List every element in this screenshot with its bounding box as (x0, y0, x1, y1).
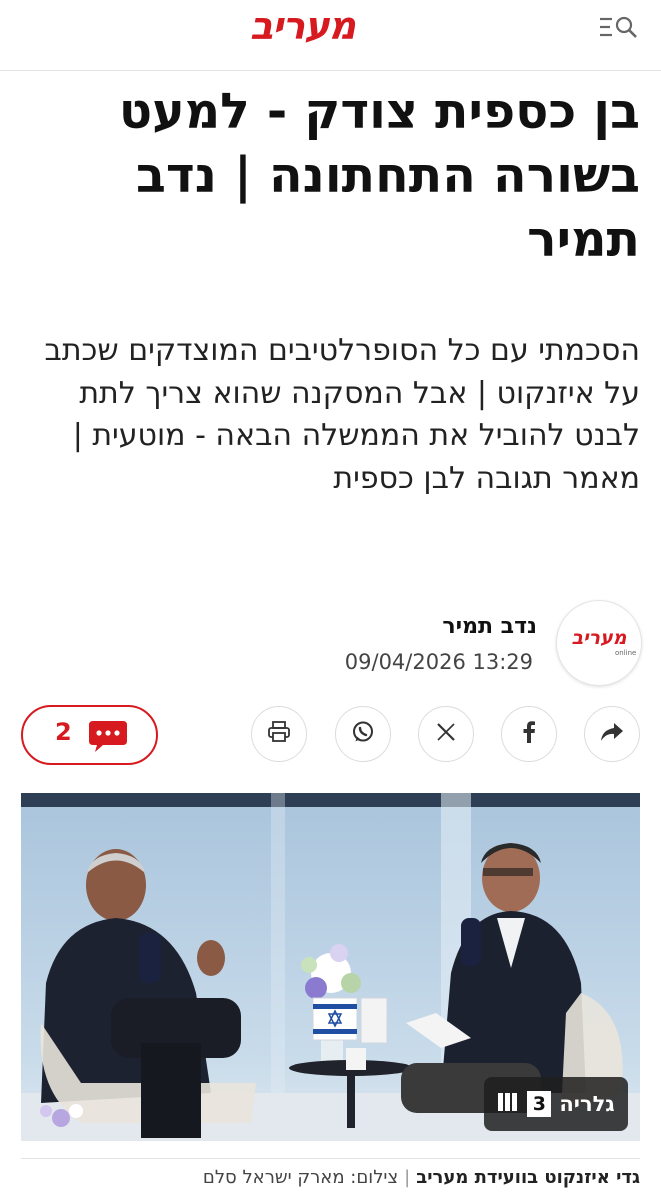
facebook-button[interactable] (501, 706, 557, 762)
share-arrow-icon (600, 722, 624, 746)
site-header: מעריב (0, 0, 661, 71)
print-icon (267, 721, 291, 747)
article-subtitle: הסכמתי עם כל הסופרלטיבים המוצדקים שכתב ע… (44, 333, 640, 496)
print-button[interactable] (251, 706, 307, 762)
article-headline: בן כספית צודק - למעט בשורה התחתונה | נדב… (118, 83, 640, 269)
photo-credit: צילום: מארק ישראל סלם (202, 1167, 399, 1188)
caption-separator: | (404, 1167, 411, 1188)
caption-title: גדי איזנקוט בוועידת מעריב (416, 1167, 640, 1188)
x-share-button[interactable] (418, 706, 474, 762)
whatsapp-button[interactable] (335, 706, 391, 762)
facebook-icon (522, 721, 536, 747)
x-icon (436, 722, 456, 746)
photo-caption: גדי איזנקוט בוועידת מעריב|צילום: מארק יש… (21, 1158, 640, 1188)
gallery-label: גלריה (559, 1092, 615, 1116)
share-button[interactable] (584, 706, 640, 762)
whatsapp-icon (351, 720, 375, 748)
comments-button[interactable]: 2 (21, 705, 158, 765)
gallery-button[interactable]: גלריה 3 (484, 1077, 628, 1131)
site-logo[interactable]: מעריב (250, 4, 356, 48)
author-avatar[interactable]: מעריב online (556, 600, 642, 686)
avatar-online-label: online (615, 649, 637, 657)
menu-search-icon[interactable] (598, 14, 642, 42)
author-name[interactable]: נדב תמיר (442, 614, 537, 639)
comment-bubble-icon (87, 719, 129, 753)
comments-count: 2 (55, 718, 72, 746)
publish-datetime: 09/04/2026 13:29 (344, 650, 533, 674)
gallery-count: 3 (527, 1091, 552, 1117)
gallery-icon (497, 1090, 519, 1119)
avatar-logo: מעריב (571, 627, 627, 649)
